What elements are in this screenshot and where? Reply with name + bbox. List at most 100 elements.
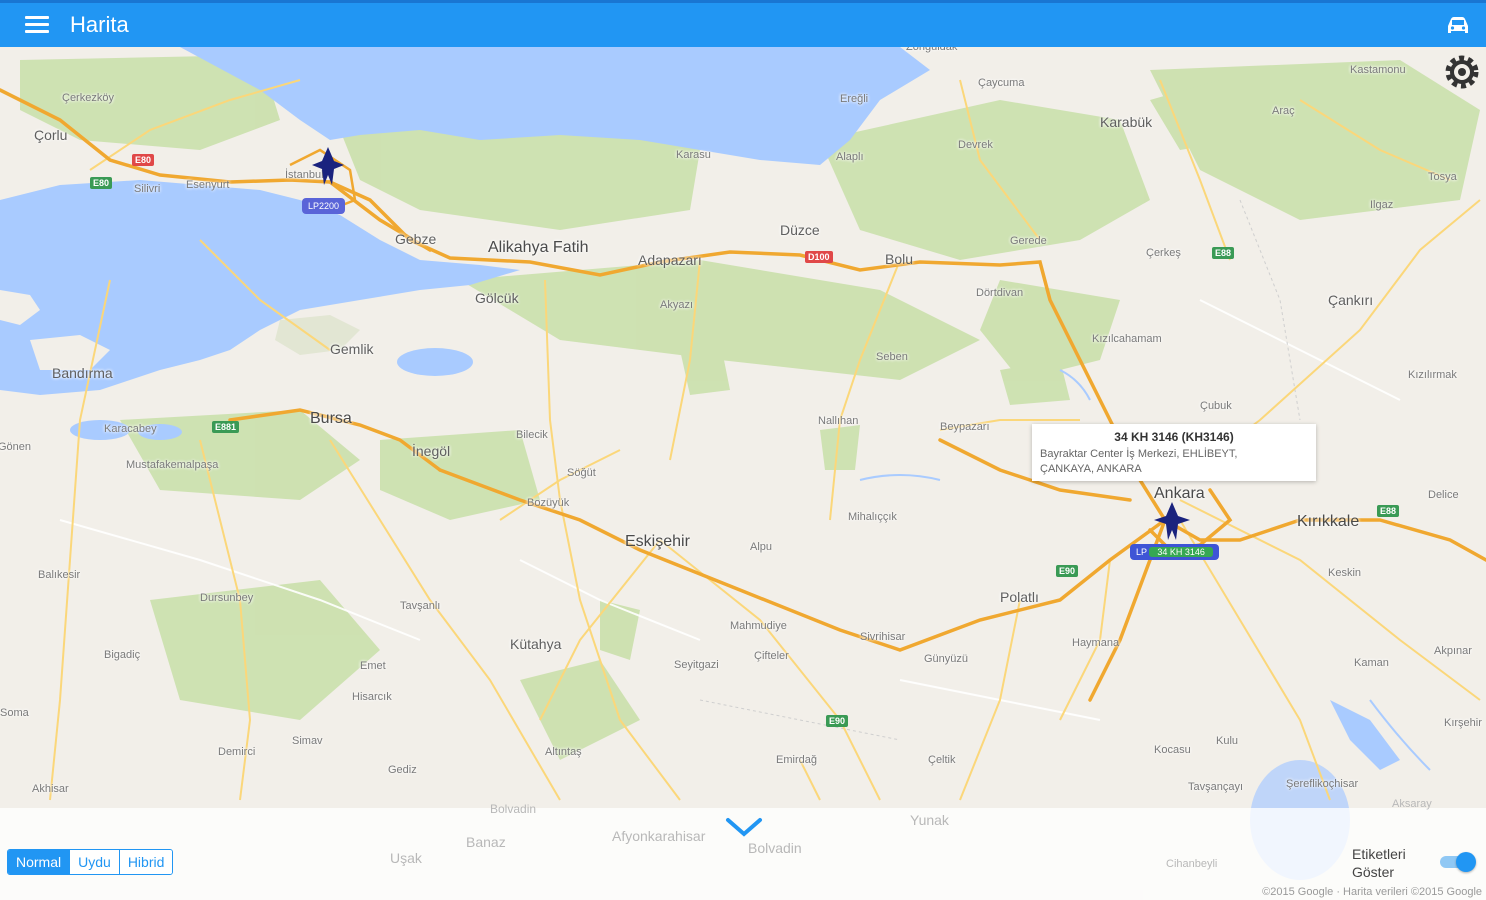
place-label: Adapazarı — [638, 252, 702, 268]
highway-shield: E881 — [212, 421, 240, 433]
place-label: Mahmudiye — [730, 620, 787, 632]
highway-shield: E80 — [90, 177, 113, 189]
place-label: Cihanbeyli — [1166, 858, 1218, 870]
plate-prefix: LP — [1136, 547, 1147, 557]
place-label: Çeltik — [928, 754, 956, 766]
place-label: Akhisar — [32, 783, 69, 795]
place-label: Dursunbey — [200, 592, 254, 604]
place-label: Çerkeş — [1146, 247, 1181, 259]
place-label: Aksaray — [1392, 798, 1432, 810]
place-label: Kızılcahamam — [1092, 333, 1162, 345]
place-label: Nallıhan — [818, 415, 859, 427]
place-label: Tosya — [1428, 171, 1457, 183]
vehicle-icon — [312, 147, 344, 185]
place-label: Çifteler — [754, 650, 789, 662]
place-label: Gebze — [395, 231, 437, 247]
place-label: Akyazı — [660, 299, 694, 311]
place-label: Gediz — [388, 764, 417, 776]
car-icon[interactable] — [1444, 12, 1472, 38]
place-label: Bandırma — [52, 365, 113, 381]
place-label: Mustafakemalpaşa — [126, 459, 219, 471]
info-address-line: Bayraktar Center İş Merkezi, EHLİBEYT, — [1040, 448, 1238, 460]
place-label: Çubuk — [1200, 400, 1232, 412]
vehicle-marker[interactable] — [308, 145, 348, 194]
place-label: Keskin — [1328, 567, 1362, 579]
info-address: Bayraktar Center İş Merkezi, EHLİBEYT, Ç… — [1040, 447, 1308, 477]
place-label: Gemlik — [330, 341, 374, 357]
map-type-hybrid[interactable]: Hibrid — [119, 850, 173, 874]
map-type-normal[interactable]: Normal — [8, 850, 71, 874]
place-label: Şereflikoçhisar — [1286, 778, 1359, 790]
gear-icon[interactable] — [1442, 52, 1482, 92]
map-type-satellite[interactable]: Uydu — [70, 850, 120, 874]
menu-icon[interactable] — [22, 12, 52, 38]
place-label: Afyonkarahisar — [612, 828, 706, 844]
place-label: Karasu — [676, 149, 711, 161]
info-title: 34 KH 3146 (KH3146) — [1114, 430, 1234, 444]
place-label: Bolvadin — [490, 802, 537, 816]
place-label: Çorlu — [34, 127, 68, 143]
highway-shield: E90 — [826, 715, 849, 727]
place-label: Delice — [1428, 489, 1459, 501]
chevron-down-icon[interactable] — [724, 814, 764, 840]
place-label: Kulu — [1216, 735, 1239, 747]
place-label: Akpınar — [1434, 645, 1472, 657]
place-label: Tavşançayı — [1188, 781, 1244, 793]
vehicle-icon — [1154, 502, 1190, 540]
vehicle-info-window[interactable]: 34 KH 3146 (KH3146) Bayraktar Center İş … — [1032, 424, 1316, 481]
place-label: Mihalıççık — [848, 511, 897, 523]
place-label: Araç — [1272, 105, 1295, 117]
place-label: Bilecik — [516, 429, 548, 441]
labels-toggle-label: Etiketleri Göster — [1352, 845, 1406, 881]
place-label: Kastamonu — [1350, 64, 1406, 76]
place-label: Haymana — [1072, 637, 1120, 649]
place-label: Silivri — [134, 183, 161, 195]
place-label: Alaplı — [836, 151, 864, 163]
app-root: Harita Çerkezköy Çorlu Silivri Esenyurt … — [0, 0, 1486, 900]
place-label: Hisarcık — [352, 691, 392, 703]
labels-toggle-line: Etiketleri — [1352, 846, 1406, 862]
place-label: Kaman — [1354, 657, 1389, 669]
place-label: Karacabey — [104, 423, 157, 435]
place-label: Ilgaz — [1370, 199, 1394, 211]
labels-toggle-line: Göster — [1352, 864, 1395, 880]
place-label: Gerede — [1010, 235, 1047, 247]
place-label: Emet — [360, 660, 386, 672]
place-label: Seben — [876, 351, 908, 363]
place-label: Banaz — [466, 834, 506, 850]
place-label: Kocasu — [1154, 744, 1191, 756]
place-label: Bolu — [885, 251, 914, 267]
map-type-selector: Normal Uydu Hibrid — [7, 849, 174, 875]
place-label: Soma — [0, 707, 29, 719]
labels-toggle-switch[interactable] — [1436, 852, 1476, 872]
place-label: Dörtdivan — [976, 287, 1024, 299]
place-label: Gönen — [0, 441, 32, 453]
place-label: Bursa — [310, 410, 352, 427]
vehicle-plate-label[interactable]: LP2200 — [302, 198, 346, 214]
place-label: Altıntaş — [545, 746, 582, 758]
place-label: Alpu — [750, 541, 773, 553]
app-bar: Harita — [0, 0, 1486, 47]
highway-shield: E88 — [1212, 247, 1235, 259]
place-label: Devrek — [958, 139, 993, 151]
info-address-line: ÇANKAYA, ANKARA — [1040, 463, 1142, 475]
page-title: Harita — [70, 12, 129, 37]
toggle-knob — [1456, 852, 1476, 872]
place-label: Bozüyük — [527, 497, 570, 509]
place-label: Emirdağ — [776, 754, 817, 766]
place-label: Sivrihisar — [860, 631, 906, 643]
place-label: Çaycuma — [978, 77, 1025, 89]
place-label: Yunak — [910, 812, 949, 828]
place-label: Bolvadin — [748, 840, 802, 856]
highway-shield: D100 — [805, 251, 833, 263]
place-label: Kırşehir — [1444, 717, 1482, 729]
place-label: Kızılırmak — [1408, 369, 1457, 381]
place-label: Eskişehir — [625, 533, 690, 550]
place-label: Söğüt — [567, 467, 596, 479]
place-label: Alikahya Fatih — [488, 239, 589, 256]
vehicle-marker[interactable] — [1150, 500, 1194, 549]
place-label: Uşak — [390, 850, 422, 866]
map-copyright: ©2015 Google · Harita verileri ©2015 Goo… — [1262, 886, 1482, 898]
highway-shield: E88 — [1377, 505, 1400, 517]
highway-shield: E90 — [1056, 565, 1079, 577]
